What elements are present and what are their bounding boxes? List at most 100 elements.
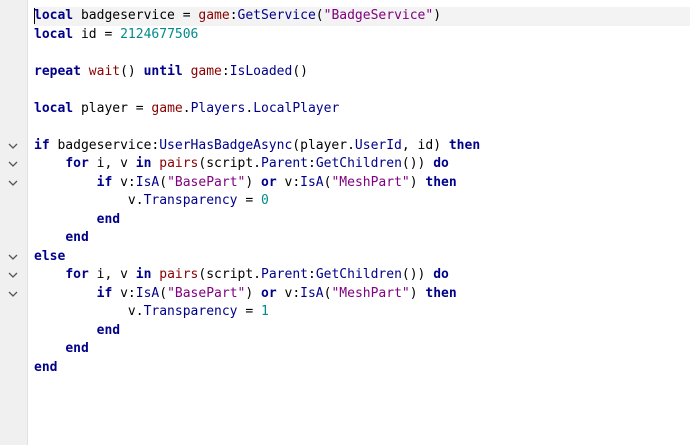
code-token: v: bbox=[112, 174, 136, 190]
code-token: then bbox=[448, 137, 481, 153]
code-line[interactable]: ​ bbox=[34, 118, 690, 137]
code-token: Players bbox=[190, 100, 246, 116]
code-token: "BasePart" bbox=[167, 285, 246, 301]
code-token: "BadgeService" bbox=[323, 8, 434, 23]
code-token: end bbox=[34, 359, 58, 375]
code-area[interactable]: local badgeservice = game:GetService("Ba… bbox=[34, 7, 690, 377]
chevron-down-icon[interactable] bbox=[7, 289, 19, 299]
code-token: for bbox=[65, 267, 89, 282]
code-line[interactable]: for i, v in pairs(script.Parent:GetChild… bbox=[34, 155, 690, 174]
code-line[interactable]: end bbox=[34, 340, 690, 359]
code-token: (script. bbox=[198, 267, 262, 282]
code-line[interactable]: ​ bbox=[34, 81, 690, 100]
code-token: i, v bbox=[88, 267, 136, 282]
code-line[interactable]: ​ bbox=[34, 44, 690, 63]
code-token: Parent bbox=[261, 156, 308, 171]
code-token: "BasePart" bbox=[167, 174, 246, 190]
code-token: = bbox=[245, 304, 254, 319]
code-token: IsA bbox=[135, 285, 160, 301]
code-token: wait bbox=[88, 63, 121, 79]
code-token: else bbox=[34, 248, 66, 264]
code-token: or bbox=[261, 285, 277, 301]
code-token: IsLoaded bbox=[229, 63, 293, 79]
code-token: ( bbox=[159, 174, 168, 190]
code-token: end bbox=[96, 322, 121, 338]
code-token: do bbox=[433, 267, 449, 282]
code-token: in bbox=[135, 267, 152, 282]
chevron-down-icon[interactable] bbox=[7, 159, 19, 169]
code-line[interactable]: v.Transparency = 1 bbox=[34, 303, 690, 322]
code-token: IsA bbox=[300, 285, 324, 301]
chevron-down-icon[interactable] bbox=[7, 178, 19, 188]
code-line[interactable]: end bbox=[34, 229, 690, 248]
code-token: = bbox=[135, 100, 144, 116]
code-token: v: bbox=[112, 285, 136, 301]
code-line[interactable]: v.Transparency = 0 bbox=[34, 192, 690, 211]
code-token: player bbox=[73, 100, 136, 116]
code-token: 0 bbox=[260, 193, 269, 208]
code-token: . bbox=[245, 100, 254, 116]
code-token: end bbox=[65, 341, 89, 356]
code-token: , id) bbox=[401, 137, 449, 153]
code-line[interactable]: end bbox=[34, 211, 690, 230]
code-token: ) bbox=[409, 174, 426, 190]
chevron-down-icon[interactable] bbox=[7, 270, 19, 280]
code-token: "MeshPart" bbox=[331, 174, 410, 190]
code-token: v. bbox=[34, 304, 144, 319]
code-line[interactable]: if v:IsA("BasePart") or v:IsA("MeshPart"… bbox=[34, 285, 690, 304]
code-token: in bbox=[135, 156, 152, 171]
code-line[interactable]: if v:IsA("BasePart") or v:IsA("MeshPart"… bbox=[34, 174, 690, 193]
code-token: ( bbox=[315, 8, 324, 23]
code-line[interactable]: end bbox=[34, 359, 690, 378]
code-token: for bbox=[65, 156, 89, 171]
chevron-down-icon[interactable] bbox=[7, 252, 19, 262]
code-token: v: bbox=[276, 285, 301, 301]
code-token: repeat bbox=[34, 63, 81, 79]
code-token: () bbox=[120, 63, 144, 79]
code-token: then bbox=[425, 285, 457, 301]
code-token: ) bbox=[433, 8, 442, 23]
code-token: UserId bbox=[354, 137, 402, 153]
code-token: end bbox=[65, 230, 89, 245]
code-line[interactable]: for i, v in pairs(script.Parent:GetChild… bbox=[34, 266, 690, 285]
code-token: ) bbox=[409, 285, 426, 301]
code-token: pairs bbox=[159, 156, 199, 171]
code-token: 1 bbox=[260, 304, 269, 319]
code-token: 2124677506 bbox=[120, 26, 199, 42]
code-token: game bbox=[190, 63, 222, 79]
code-line[interactable]: local player = game.Players.LocalPlayer bbox=[34, 100, 690, 119]
code-token: end bbox=[96, 211, 121, 227]
code-editor[interactable]: local badgeservice = game:GetService("Ba… bbox=[0, 0, 690, 445]
code-token: ()) bbox=[401, 267, 434, 282]
code-line[interactable]: if badgeservice:UserHasBadgeAsync(player… bbox=[34, 137, 690, 156]
code-token: Parent bbox=[261, 267, 308, 282]
code-line[interactable]: else bbox=[34, 248, 690, 267]
code-token: v. bbox=[34, 193, 144, 208]
code-line[interactable]: end bbox=[34, 322, 690, 341]
code-token: local bbox=[34, 26, 74, 42]
code-token: GetChildren bbox=[315, 156, 402, 171]
code-token: = bbox=[182, 8, 191, 23]
code-token: if bbox=[96, 285, 113, 301]
code-token: if bbox=[34, 137, 50, 153]
chevron-down-icon[interactable] bbox=[7, 141, 19, 151]
code-line[interactable]: local id = 2124677506 bbox=[34, 26, 690, 45]
code-line[interactable]: local badgeservice = game:GetService("Ba… bbox=[34, 7, 690, 26]
code-token: GetChildren bbox=[315, 267, 402, 282]
code-line[interactable]: repeat wait() until game:IsLoaded() bbox=[34, 63, 690, 82]
code-token: LocalPlayer bbox=[253, 100, 340, 116]
code-token: id bbox=[73, 26, 105, 42]
code-token: = bbox=[245, 193, 254, 208]
code-token: "MeshPart" bbox=[331, 285, 410, 301]
code-token: () bbox=[292, 63, 308, 79]
